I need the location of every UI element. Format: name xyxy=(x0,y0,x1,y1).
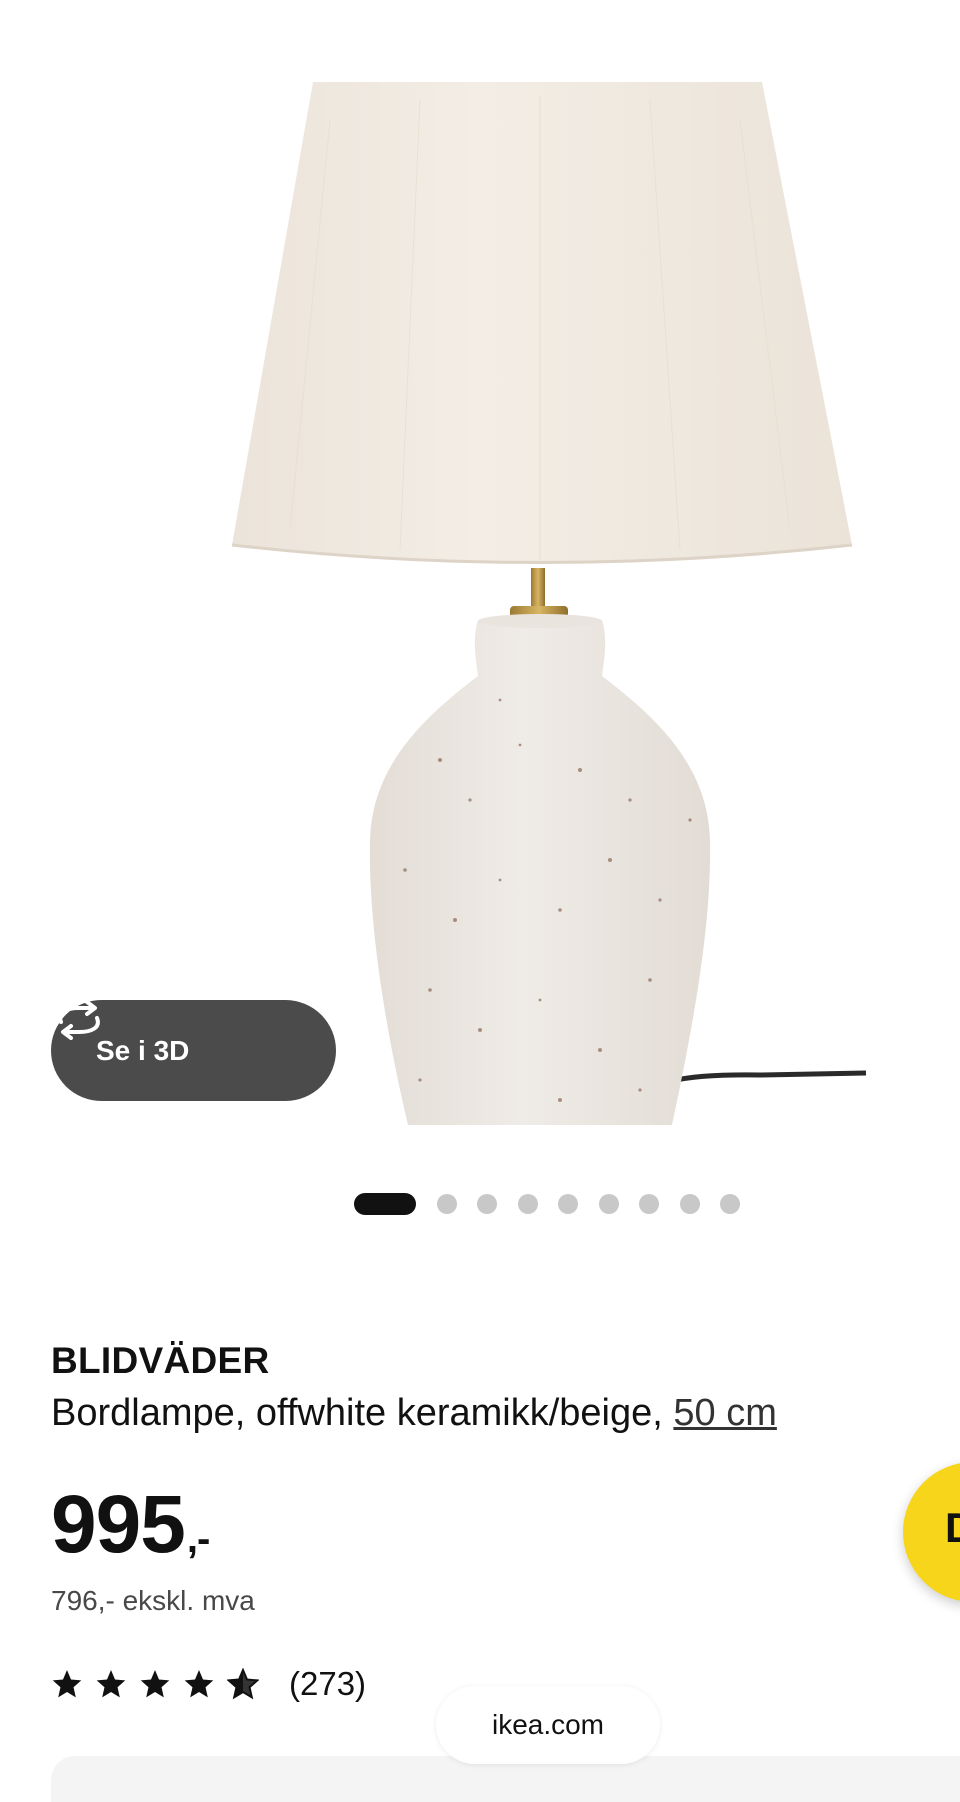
product-description: Bordlampe, offwhite keramikk/beige, 50 c… xyxy=(51,1392,777,1435)
gallery-pagination xyxy=(354,1193,761,1215)
review-count[interactable]: (273) xyxy=(289,1665,366,1703)
star-icon xyxy=(96,1670,126,1698)
price-value: 995 xyxy=(51,1479,186,1570)
product-rating[interactable]: (273) xyxy=(51,1665,366,1703)
gallery-dot-active[interactable] xyxy=(354,1193,416,1215)
gallery-dot[interactable] xyxy=(517,1194,538,1214)
view-in-3d-button[interactable]: Se i 3D xyxy=(51,1000,336,1101)
price-ex-vat: 796,- ekskl. mva xyxy=(51,1585,255,1616)
gallery-dot[interactable] xyxy=(477,1194,497,1214)
gallery-dot[interactable] xyxy=(679,1194,700,1214)
product-image-gallery[interactable]: Se i 3D xyxy=(0,0,960,1170)
rating-stars xyxy=(51,1668,259,1700)
lamp-product-image xyxy=(0,0,960,1170)
gallery-dot[interactable] xyxy=(558,1194,578,1214)
star-half-icon xyxy=(227,1668,259,1700)
gallery-dot[interactable] xyxy=(598,1194,619,1214)
size-link[interactable]: 50 cm xyxy=(673,1392,776,1434)
product-price: 995,- xyxy=(51,1478,210,1572)
product-description-text: Bordlampe, offwhite keramikk/beige, xyxy=(51,1392,674,1434)
star-icon xyxy=(184,1670,214,1698)
gallery-dot[interactable] xyxy=(639,1194,659,1214)
price-suffix: ,- xyxy=(186,1517,210,1561)
star-icon xyxy=(140,1670,170,1698)
star-icon xyxy=(52,1670,82,1698)
gallery-dot[interactable] xyxy=(436,1194,457,1214)
floating-action-button[interactable]: D xyxy=(903,1462,960,1602)
floating-action-label: D xyxy=(945,1504,960,1551)
product-page: Se i 3D BLIDVÄDER Bordlampe, offwhite ke… xyxy=(0,0,960,1802)
rotate-3d-icon xyxy=(58,1000,100,1040)
gallery-dot[interactable] xyxy=(720,1194,740,1214)
product-name: BLIDVÄDER xyxy=(51,1340,270,1381)
view-in-3d-label: Se i 3D xyxy=(96,1034,190,1066)
browser-url-bar[interactable]: ikea.com xyxy=(436,1686,660,1764)
